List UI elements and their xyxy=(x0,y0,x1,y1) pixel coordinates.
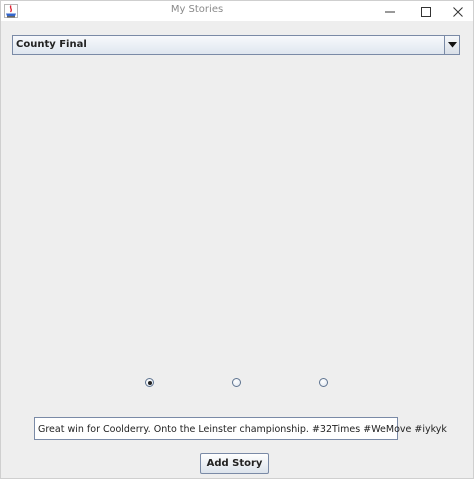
close-icon xyxy=(453,2,463,21)
radio-selected-dot xyxy=(147,380,152,385)
add-story-label: Add Story xyxy=(206,458,263,469)
story-select-dropdown[interactable]: County Final xyxy=(12,35,460,55)
window-title: My Stories xyxy=(170,4,224,15)
radio-option-1[interactable] xyxy=(145,378,154,387)
title-bar[interactable]: My Stories xyxy=(1,1,473,21)
close-button[interactable] xyxy=(443,1,473,21)
app-window: My Stories County Final Great win for Co… xyxy=(0,0,474,479)
minimize-icon xyxy=(385,2,395,21)
maximize-button[interactable] xyxy=(411,1,441,21)
story-text-value: Great win for Coolderry. Onto the Leinst… xyxy=(38,424,447,435)
chevron-down-icon xyxy=(447,42,457,48)
add-story-button[interactable]: Add Story xyxy=(200,453,269,474)
selected-story-label: County Final xyxy=(16,39,87,50)
radio-option-2[interactable] xyxy=(232,378,241,387)
maximize-icon xyxy=(421,2,431,21)
radio-option-3[interactable] xyxy=(319,378,328,387)
minimize-button[interactable] xyxy=(375,1,405,21)
story-text-input[interactable]: Great win for Coolderry. Onto the Leinst… xyxy=(34,417,447,440)
dropdown-arrow-button[interactable] xyxy=(444,36,459,54)
